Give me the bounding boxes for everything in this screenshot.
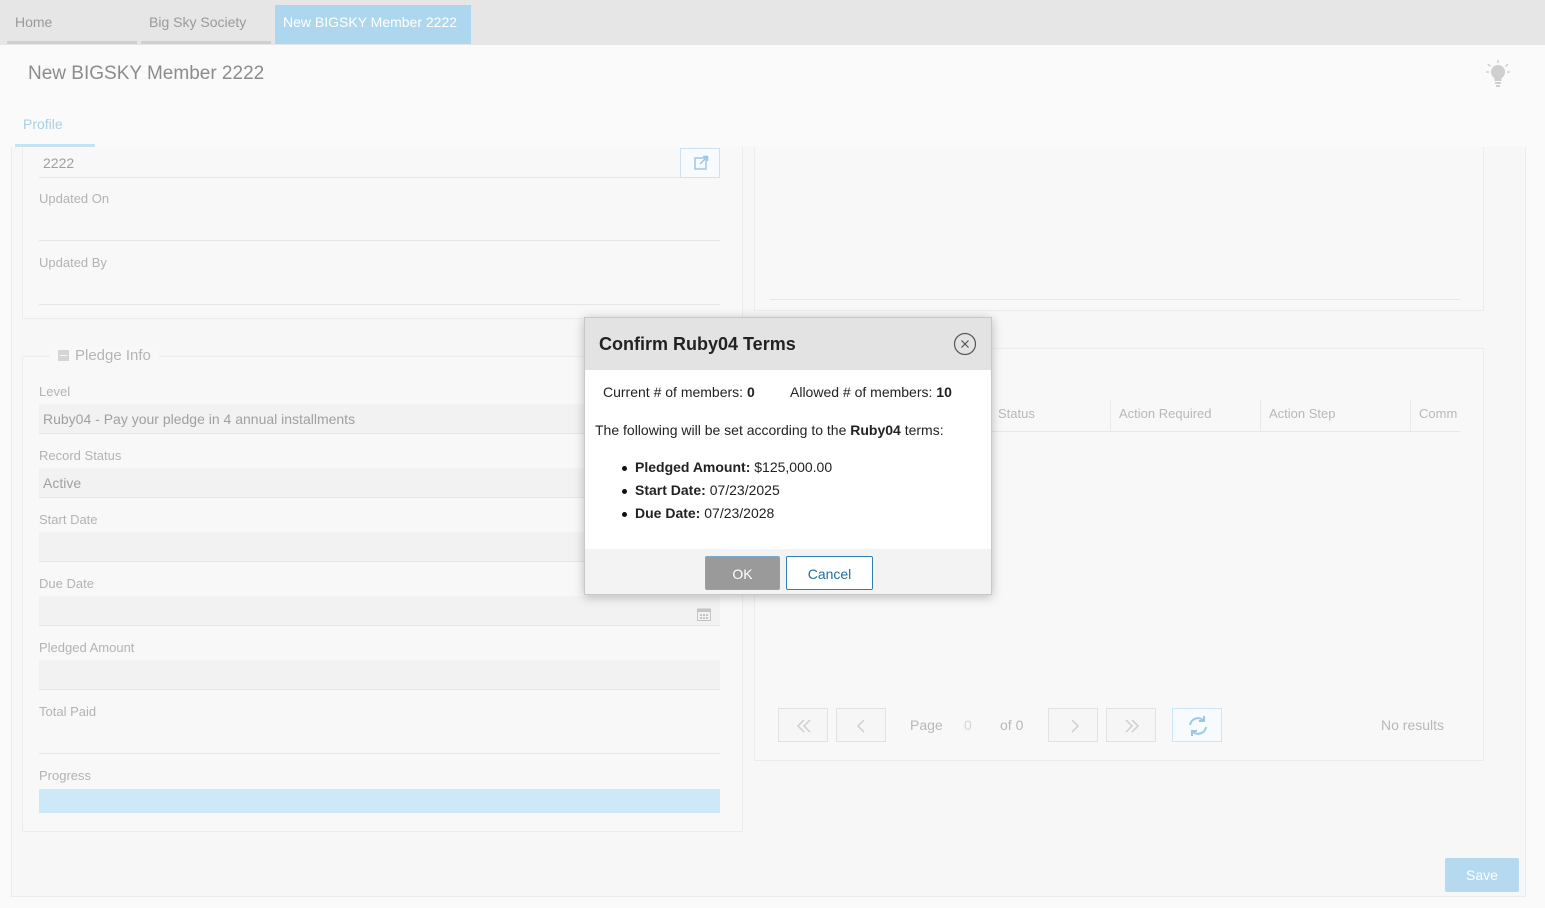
list-item: Pledged Amount: $125,000.00	[621, 459, 833, 482]
no-results-text: No results	[1381, 717, 1445, 733]
chevron-left-icon	[856, 719, 865, 733]
record-id-field[interactable]: 2222	[39, 148, 680, 178]
updated-on-field	[39, 211, 720, 241]
calendar-icon[interactable]	[697, 607, 711, 621]
notes-area[interactable]	[770, 148, 1460, 300]
ok-button[interactable]: OK	[705, 556, 780, 590]
document-tab-strip: Home Big Sky Society New BIGSKY Member 2…	[0, 0, 1545, 45]
list-item: Due Date: 07/23/2028	[621, 505, 832, 528]
pledge-info-title: Pledge Info	[75, 347, 151, 364]
allowed-members: Allowed # of members: 10	[790, 384, 952, 400]
total-paid-field	[39, 724, 720, 754]
term-label: Start Date:	[635, 482, 706, 498]
tab-home[interactable]: Home	[7, 5, 137, 44]
current-members: Current # of members: 0	[603, 384, 755, 400]
tab-new-member[interactable]: New BIGSKY Member 2222	[275, 5, 471, 44]
list-item: Start Date: 07/23/2025	[621, 482, 832, 505]
terms-prefix: The following will be set according to t…	[595, 422, 847, 438]
due-date-field[interactable]	[39, 596, 720, 626]
allowed-members-value: 10	[936, 384, 952, 400]
cancel-button[interactable]: Cancel	[786, 556, 873, 590]
close-button[interactable]	[953, 332, 977, 356]
pledge-info-legend[interactable]: Pledge Info	[50, 347, 159, 364]
grid-header-status[interactable]: Status	[990, 400, 1110, 432]
terms-statement: The following will be set according to t…	[595, 422, 944, 438]
start-date-label: Start Date	[39, 512, 98, 527]
grid-header-action-step[interactable]: Action Step	[1260, 400, 1410, 432]
refresh-button[interactable]	[1172, 708, 1222, 742]
progress-bar	[39, 789, 720, 813]
grid-header-action-required[interactable]: Action Required	[1110, 400, 1260, 432]
pager-page-input[interactable]: 0	[964, 717, 972, 733]
chevron-right-icon	[1071, 719, 1080, 733]
allowed-members-label: Allowed # of members:	[790, 384, 933, 400]
updated-by-field	[39, 275, 720, 305]
due-date-label: Due Date	[39, 576, 94, 591]
double-chevron-right-icon	[1125, 719, 1140, 733]
terms-suffix: terms:	[904, 422, 944, 438]
confirm-terms-dialog: Confirm Ruby04 Terms Current # of member…	[584, 317, 992, 595]
next-page-button[interactable]	[1048, 708, 1098, 742]
pager-of-label: of 0	[1000, 717, 1024, 733]
close-icon	[953, 332, 977, 356]
updated-by-label: Updated By	[39, 255, 107, 270]
terms-level: Ruby04	[850, 422, 901, 438]
term-value: 07/23/2025	[709, 482, 780, 498]
terms-list: Pledged Amount: $125,000.00 Start Date: …	[621, 459, 833, 528]
refresh-icon	[1189, 716, 1207, 736]
record-status-label: Record Status	[39, 448, 122, 463]
progress-label: Progress	[39, 768, 92, 783]
term-label: Pledged Amount:	[635, 459, 751, 475]
page-title: New BIGSKY Member 2222	[28, 63, 265, 84]
level-label: Level	[39, 384, 71, 399]
tab-big-sky-society[interactable]: Big Sky Society	[141, 5, 271, 44]
previous-page-button[interactable]	[836, 708, 886, 742]
dialog-title: Confirm Ruby04 Terms	[599, 334, 796, 354]
dialog-header: Confirm Ruby04 Terms	[585, 318, 991, 370]
lightbulb-icon[interactable]	[1484, 60, 1512, 90]
term-value: $125,000.00	[754, 459, 833, 475]
tab-profile[interactable]: Profile	[15, 113, 95, 147]
total-paid-label: Total Paid	[39, 704, 97, 719]
open-external-button[interactable]	[680, 148, 720, 178]
last-page-button[interactable]	[1106, 708, 1156, 742]
current-members-value: 0	[746, 384, 755, 400]
pledged-amount-label: Pledged Amount	[39, 640, 135, 655]
term-label: Due Date:	[635, 505, 701, 521]
updated-on-label: Updated On	[39, 191, 110, 206]
grid-header-comments[interactable]: Comm	[1410, 400, 1460, 432]
external-link-icon	[694, 155, 709, 170]
first-page-button[interactable]	[778, 708, 828, 742]
double-chevron-left-icon	[796, 719, 811, 733]
collapse-icon[interactable]	[58, 350, 69, 361]
dialog-footer: OK Cancel	[585, 549, 991, 594]
save-button[interactable]: Save	[1445, 858, 1519, 892]
term-value: 07/23/2028	[704, 505, 775, 521]
pager-page-label: Page	[910, 717, 943, 733]
pledged-amount-field[interactable]	[39, 660, 720, 690]
current-members-label: Current # of members:	[603, 384, 744, 400]
